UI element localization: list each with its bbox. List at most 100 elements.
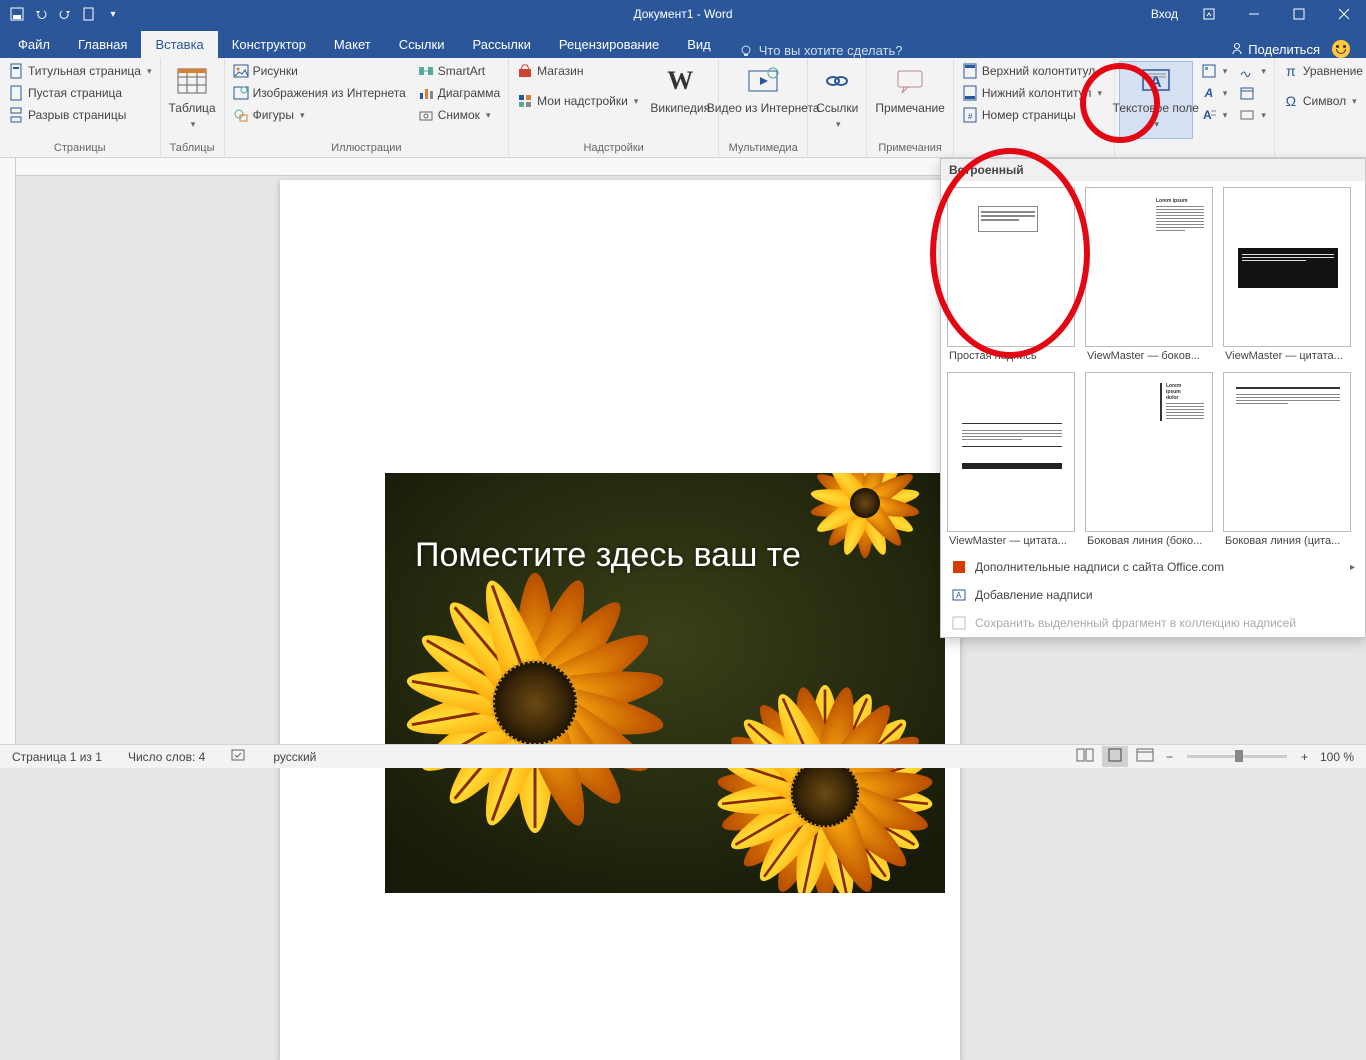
inserted-image[interactable]: Поместите здесь ваш те: [385, 473, 945, 893]
share-button[interactable]: Поделиться: [1230, 42, 1320, 57]
group-label-tables: Таблицы: [165, 141, 220, 157]
tab-references[interactable]: Ссылки: [385, 31, 459, 58]
ribbon-options-button[interactable]: [1186, 0, 1231, 28]
video-icon: [747, 65, 779, 97]
group-label-media: Мультимедиа: [723, 141, 803, 157]
status-spellcheck-icon[interactable]: [227, 746, 251, 767]
sign-in-link[interactable]: Вход: [1151, 7, 1178, 21]
gallery-section-header: Встроенный: [941, 159, 1365, 181]
group-label-addins: Надстройки: [513, 141, 714, 157]
tab-mailings[interactable]: Рассылки: [458, 31, 544, 58]
tell-me-search[interactable]: Что вы хотите сделать?: [725, 43, 1230, 58]
equation-button[interactable]: πУравнение▾: [1279, 61, 1366, 81]
drop-cap-button[interactable]: A▾: [1197, 105, 1232, 125]
table-button[interactable]: Таблица▾: [165, 61, 220, 139]
status-page[interactable]: Страница 1 из 1: [8, 748, 106, 766]
datetime-button[interactable]: [1235, 83, 1270, 103]
tab-layout[interactable]: Макет: [320, 31, 385, 58]
tab-view[interactable]: Вид: [673, 31, 725, 58]
equation-icon: π: [1283, 63, 1299, 79]
page-break-icon: [8, 107, 24, 123]
shapes-button[interactable]: Фигуры▾: [229, 105, 410, 125]
draw-textbox-icon: A: [951, 587, 967, 603]
page-number-button[interactable]: #Номер страницы▾: [958, 105, 1110, 125]
zoom-out-button[interactable]: −: [1162, 748, 1177, 766]
close-button[interactable]: [1321, 0, 1366, 28]
tab-home[interactable]: Главная: [64, 31, 141, 58]
my-addins-button[interactable]: Мои надстройки▾: [513, 91, 642, 111]
feedback-smiley-icon[interactable]: [1332, 40, 1350, 58]
group-label-comments: Примечания: [871, 141, 948, 157]
gallery-item-simple-textbox[interactable]: Простая надпись: [947, 187, 1075, 362]
textbox-button[interactable]: A Текстовое поле▾: [1119, 61, 1193, 139]
vertical-ruler[interactable]: [0, 158, 16, 744]
qat-customize-button[interactable]: ▾: [102, 3, 124, 25]
comment-icon: [894, 65, 926, 97]
table-icon: [176, 65, 208, 97]
gallery-draw-textbox[interactable]: A Добавление надписи: [941, 581, 1365, 609]
zoom-level[interactable]: 100 %: [1316, 748, 1358, 766]
tab-review[interactable]: Рецензирование: [545, 31, 673, 58]
undo-button[interactable]: [30, 3, 52, 25]
minimize-button[interactable]: [1231, 0, 1276, 28]
gallery-item-sideline-quote[interactable]: Боковая линия (цита...: [1223, 372, 1351, 547]
symbol-button[interactable]: ΩСимвол▾: [1279, 91, 1366, 111]
page-break-button[interactable]: Разрыв страницы: [4, 105, 156, 125]
maximize-button[interactable]: [1276, 0, 1321, 28]
object-button[interactable]: ▾: [1235, 105, 1270, 125]
object-icon: [1239, 107, 1255, 123]
online-video-button[interactable]: Видео из Интернета: [723, 61, 803, 139]
status-language[interactable]: русский: [269, 748, 320, 766]
group-text: A Текстовое поле▾ ▾ A▾ A▾ ▾ ▾: [1115, 58, 1275, 157]
quick-access-toolbar: ▾: [0, 3, 130, 25]
view-read-mode[interactable]: [1072, 746, 1098, 767]
shapes-icon: [233, 107, 249, 123]
blank-page-icon: [8, 85, 24, 101]
gallery-item-sideline-side[interactable]: Loremipsumdolor Боковая линия (боко...: [1085, 372, 1213, 547]
footer-button[interactable]: Нижний колонтитул▾: [958, 83, 1110, 103]
zoom-slider[interactable]: [1187, 755, 1287, 758]
status-wordcount[interactable]: Число слов: 4: [124, 748, 209, 766]
status-bar: Страница 1 из 1 Число слов: 4 русский − …: [0, 744, 1366, 768]
save-button[interactable]: [6, 3, 28, 25]
gallery-item-viewmaster-side[interactable]: Lorem ipsum ViewMaster — боков...: [1085, 187, 1213, 362]
screenshot-button[interactable]: Снимок▾: [414, 105, 504, 125]
wordart-button[interactable]: A▾: [1197, 83, 1232, 103]
smartart-button[interactable]: SmartArt: [414, 61, 504, 81]
online-pictures-button[interactable]: Изображения из Интернета: [229, 83, 410, 103]
title-bar: ▾ Документ1 - Word Вход: [0, 0, 1366, 28]
blank-page-button[interactable]: Пустая страница: [4, 83, 156, 103]
view-web-layout[interactable]: [1132, 746, 1158, 767]
tab-design[interactable]: Конструктор: [218, 31, 320, 58]
zoom-in-button[interactable]: +: [1297, 748, 1312, 766]
store-icon: [517, 63, 533, 79]
chart-button[interactable]: Диаграмма: [414, 83, 504, 103]
pictures-button[interactable]: Рисунки: [229, 61, 410, 81]
quick-parts-button[interactable]: ▾: [1197, 61, 1232, 81]
group-links: Ссылки▾: [808, 58, 867, 157]
group-symbols: πУравнение▾ ΩСимвол▾: [1275, 58, 1366, 157]
group-addins: Магазин Мои надстройки▾ W Википедия Надс…: [509, 58, 719, 157]
redo-button[interactable]: [54, 3, 76, 25]
gallery-more-office[interactable]: Дополнительные надписи с сайта Office.co…: [941, 553, 1365, 581]
bulb-icon: [739, 44, 753, 58]
window-title: Документ1 - Word: [633, 7, 732, 21]
store-button[interactable]: Магазин: [513, 61, 642, 81]
links-button[interactable]: Ссылки▾: [812, 61, 862, 139]
new-doc-button[interactable]: [78, 3, 100, 25]
signature-icon: [1239, 63, 1255, 79]
view-print-layout[interactable]: [1102, 746, 1128, 767]
header-button[interactable]: Верхний колонтитул▾: [958, 61, 1110, 81]
textbox-placeholder-text[interactable]: Поместите здесь ваш те: [415, 536, 801, 575]
wordart-icon: A: [1201, 85, 1217, 101]
chart-icon: [418, 85, 434, 101]
cover-page-button[interactable]: Титульная страница▾: [4, 61, 156, 81]
signature-button[interactable]: ▾: [1235, 61, 1270, 81]
tab-file[interactable]: Файл: [4, 31, 64, 58]
gallery-item-viewmaster-quote[interactable]: ViewMaster — цитата...: [1223, 187, 1351, 362]
gallery-item-viewmaster-quote2[interactable]: ViewMaster — цитата...: [947, 372, 1075, 547]
group-comments: Примечание Примечания: [867, 58, 953, 157]
tab-insert[interactable]: Вставка: [141, 31, 217, 58]
comment-button[interactable]: Примечание: [871, 61, 948, 139]
wikipedia-button[interactable]: W Википедия: [646, 61, 714, 139]
